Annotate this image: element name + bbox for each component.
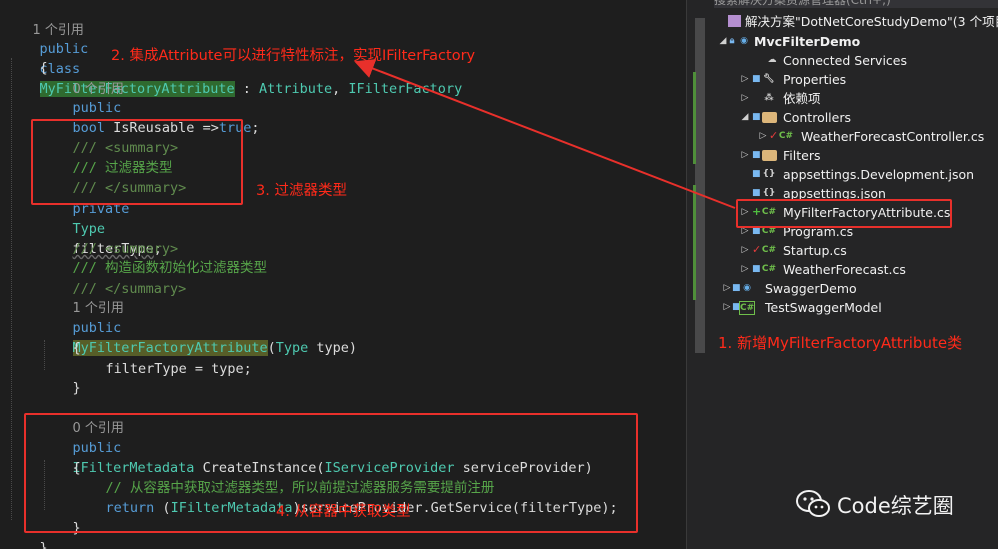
code-line: /// </summary> [40, 259, 187, 297]
indent-guide [11, 58, 12, 520]
tree-item-label: Properties [783, 72, 847, 87]
tree-item-controllers[interactable]: ◢ ■ Controllers [714, 108, 998, 127]
wechat-icon [796, 490, 830, 517]
scrollbar-thumb[interactable] [695, 18, 705, 353]
type-name: Type [275, 340, 309, 356]
tree-item-weatherforecastcontroller[interactable]: ▷ ✓ C# WeatherForecastController.cs [714, 127, 998, 146]
search-solution-input[interactable]: 搜索解决方案资源管理器(Ctrl+;) [714, 0, 998, 8]
tree-item-label: MvcFilterDemo [754, 34, 861, 49]
tree-item-weatherforecast[interactable]: ▷ ■ C# WeatherForecast.cs [714, 260, 998, 279]
csharp-file-icon: C# [778, 131, 794, 141]
csharp-file-icon: C# [761, 264, 777, 274]
brace: } [72, 380, 81, 396]
change-marker [693, 72, 696, 164]
tree-item-label: Filters [783, 148, 821, 163]
connected-services-icon: ☁ [767, 55, 777, 65]
change-marker [693, 185, 696, 300]
json-file-icon: {} [762, 169, 776, 179]
lock-icon: ■ [752, 112, 761, 122]
code-line: } [40, 358, 81, 396]
collapsed-arrow-icon[interactable]: ▷ [758, 127, 768, 146]
annotation-4: 4. 从容器中获取类型 [276, 504, 411, 520]
code-line: { [7, 38, 48, 76]
code-line: { [40, 318, 81, 356]
annotation-1: 1. 新增MyFilterFactoryAttribute类 [718, 334, 963, 352]
tree-item-properties[interactable]: ▷ ■ 🔧︎ Properties [714, 70, 998, 89]
tree-item-solution[interactable]: 解决方案"DotNetCoreStudyDemo"(3 个项目 [714, 12, 998, 31]
code-line: public class MyFilterFactoryAttribute : … [7, 19, 462, 97]
code-line: /// 构造函数初始化过滤器类型 [40, 238, 268, 276]
code-line: public MyFilterFactoryAttribute(Type typ… [40, 298, 357, 356]
web-project-icon: ◉ [740, 36, 748, 46]
code-text: ; [251, 120, 260, 136]
collapsed-arrow-icon[interactable]: ▷ [740, 241, 750, 260]
tree-item-startup[interactable]: ▷ ✓ C# Startup.cs [714, 241, 998, 260]
code-text: , [332, 81, 349, 97]
collapsed-arrow-icon[interactable]: ▷ [740, 70, 750, 89]
code-line: /// <summary> [40, 219, 179, 257]
lock-icon: ■ [752, 74, 761, 84]
tree-item-label: WeatherForecast.cs [783, 262, 906, 277]
tree-item-label: Startup.cs [783, 243, 847, 258]
tree-item-dependencies[interactable]: ▷ ⁂ 依赖项 [714, 89, 998, 108]
annotation-3: 3. 过滤器类型 [256, 183, 347, 199]
tree-item-label: TestSwaggerModel [765, 300, 882, 315]
code-text: type) [308, 340, 358, 356]
solution-icon [728, 15, 741, 27]
web-project-icon: ◉ [743, 283, 751, 293]
checkmark-icon: ✓ [769, 129, 779, 142]
collapsed-arrow-icon[interactable]: ▷ [740, 260, 750, 279]
tree-item-swaggerdemo[interactable]: ▷ ■ ◉ SwaggerDemo [714, 279, 998, 298]
keyword: public [72, 100, 122, 116]
expanded-arrow-icon[interactable]: ◢ [718, 32, 728, 51]
collapsed-arrow-icon[interactable]: ▷ [722, 298, 732, 317]
dependencies-icon: ⁂ [764, 93, 774, 103]
tree-item-label: appsettings.Development.json [783, 167, 975, 182]
lock-icon: 🔒︎ [729, 36, 735, 46]
tree-item-label: WeatherForecastController.cs [801, 129, 985, 144]
collapsed-arrow-icon[interactable]: ▷ [740, 89, 750, 108]
code-line: 1 个引用 [40, 278, 124, 316]
tree-item-appsettings-development[interactable]: ■ {} appsettings.Development.json [714, 165, 998, 184]
folder-icon [762, 150, 777, 161]
csharp-project-icon: C# [739, 301, 755, 315]
watermark-text: Code综艺圈 [837, 494, 954, 518]
tree-item-mvcfilterdemo[interactable]: ◢ 🔒︎ ◉ MvcFilterDemo [714, 32, 998, 51]
lock-icon: ■ [752, 264, 761, 274]
tree-item-label: SwaggerDemo [765, 281, 857, 296]
tree-item-filters[interactable]: ▷ ■ Filters [714, 146, 998, 165]
csharp-file-icon: C# [761, 245, 777, 255]
highlight-box-filter-type [31, 119, 243, 205]
code-line: public bool IsReusable =>true; [40, 78, 260, 136]
folder-icon [762, 112, 777, 123]
expanded-arrow-icon[interactable]: ◢ [740, 108, 750, 127]
watermark: Code综艺圈 [795, 487, 985, 521]
lock-icon: ■ [752, 150, 761, 160]
checkmark-icon: ✓ [752, 243, 762, 256]
tree-item-connected-services[interactable]: ☁ Connected Services [714, 51, 998, 70]
highlight-box-new-file [736, 199, 952, 228]
tree-item-testswaggermodel[interactable]: ▷ ■ C# TestSwaggerModel [714, 298, 998, 317]
code-line: 1 个引用 [0, 0, 84, 38]
collapsed-arrow-icon[interactable]: ▷ [740, 146, 750, 165]
code-text: ( [267, 340, 276, 356]
code-editor[interactable]: 1 个引用 public class MyFilterFactoryAttrib… [0, 0, 686, 549]
solution-explorer: 搜索解决方案资源管理器(Ctrl+;) 解决方案"DotNetCoreStudy… [714, 0, 998, 549]
code-text: filterType = type; [105, 361, 252, 377]
lock-icon: ■ [752, 169, 761, 179]
type-name: Attribute [258, 81, 333, 97]
code-line: filterType = type; [73, 339, 252, 377]
tree-item-label: Connected Services [783, 53, 907, 68]
annotation-2: 2. 集成Attribute可以进行特性标注，实现IFilterFactory [111, 48, 476, 64]
collapsed-arrow-icon[interactable]: ▷ [722, 279, 732, 298]
brace: } [39, 540, 48, 549]
type-name: IFilterFactory [348, 81, 463, 97]
tree-item-label: 解决方案"DotNetCoreStudyDemo"(3 个项目 [745, 14, 998, 29]
tree-item-label: Controllers [783, 110, 851, 125]
editor-scrollbar[interactable] [686, 0, 714, 549]
tree-item-label: 依赖项 [783, 91, 821, 106]
properties-icon: 🔧︎ [763, 74, 775, 84]
